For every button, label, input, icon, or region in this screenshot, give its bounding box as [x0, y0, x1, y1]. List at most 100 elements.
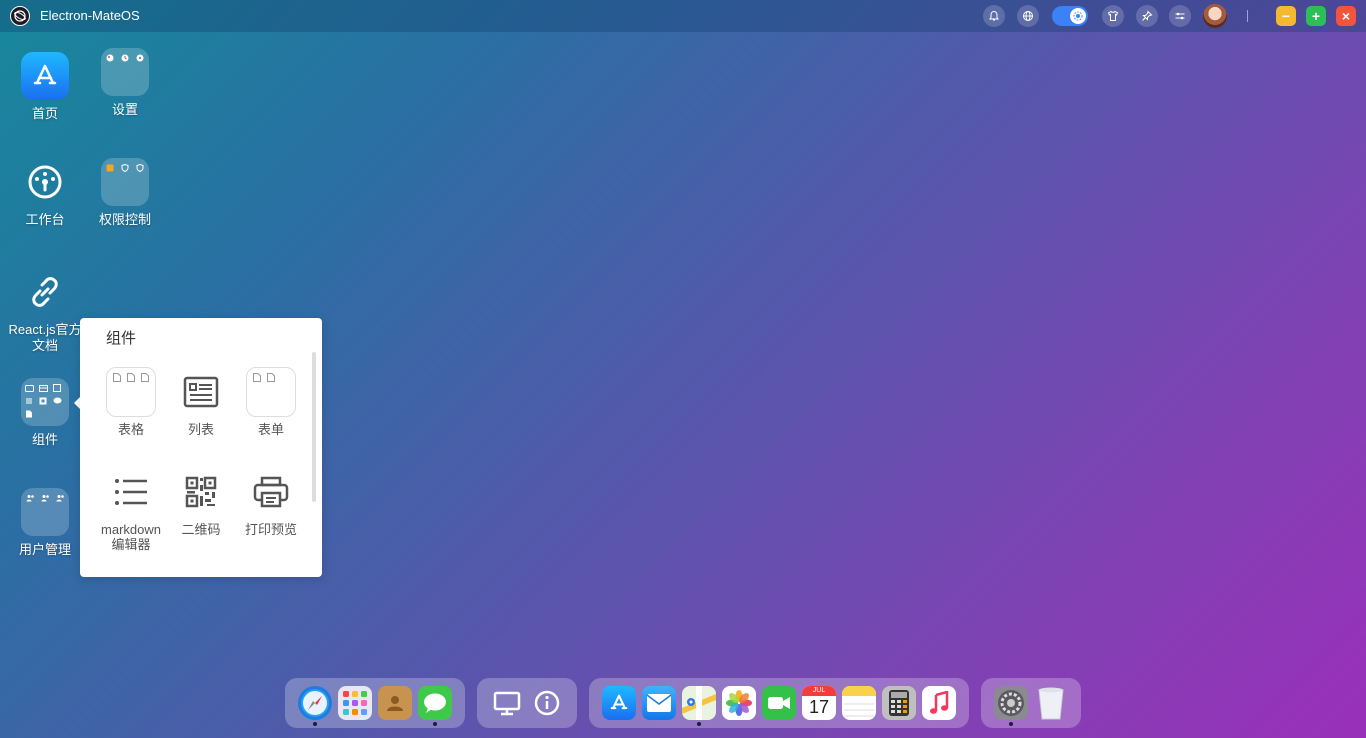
qrcode-icon	[176, 467, 226, 517]
calculator-icon[interactable]	[882, 686, 916, 720]
desktop-item-home[interactable]: 首页	[5, 52, 85, 122]
panel-scrollbar[interactable]	[312, 352, 316, 502]
close-icon: ×	[1341, 8, 1351, 24]
components-folder-panel: 组件 表格 列表 表单 markdown编辑器 二维码 打印预览	[80, 318, 322, 577]
folder-icon	[21, 488, 69, 536]
panel-item-label: 表格	[117, 422, 144, 437]
desktop-item-react-docs[interactable]: React.js官方文档	[5, 268, 85, 354]
desktop-item-components-folder[interactable]: 组件	[5, 378, 85, 448]
file-icon	[127, 373, 135, 382]
panel-item-form[interactable]: 表单	[236, 367, 306, 437]
list-card-icon	[176, 367, 226, 417]
desktop-item-label: 首页	[31, 106, 58, 121]
shirt-icon[interactable]	[1102, 5, 1124, 27]
users-icon	[55, 493, 65, 503]
keyboard-icon	[24, 383, 34, 393]
panel-item-table[interactable]: 表格	[96, 367, 166, 437]
maps-icon[interactable]	[682, 686, 716, 720]
photos-icon[interactable]	[722, 686, 756, 720]
panel-item-list[interactable]: 列表	[166, 367, 236, 437]
file-icon	[267, 373, 275, 382]
key-icon	[105, 163, 115, 173]
calendar-month: JUL	[802, 686, 836, 696]
folder-icon	[101, 158, 149, 206]
file-icon	[113, 373, 121, 382]
avatar[interactable]	[1203, 4, 1227, 28]
trash-icon[interactable]	[1034, 686, 1068, 720]
minimize-button[interactable]: −	[1276, 6, 1296, 26]
form-folder-icon	[246, 367, 296, 417]
info-icon[interactable]	[530, 686, 564, 720]
folder-icon	[21, 378, 69, 426]
facetime-icon[interactable]	[762, 686, 796, 720]
desktop-item-label: React.js官方文档	[8, 322, 82, 353]
calendar-icon[interactable]: JUL 17	[802, 686, 836, 720]
panel-item-label: 表单	[257, 422, 284, 437]
panel-item-label: markdown编辑器	[101, 522, 161, 552]
shield-icon	[135, 163, 145, 173]
clock-icon	[120, 53, 130, 63]
window-title: Electron-MateOS	[40, 8, 140, 23]
divider	[1247, 10, 1248, 22]
running-indicator	[313, 722, 317, 726]
layout-icon	[38, 383, 48, 393]
link-icon	[21, 268, 69, 316]
running-indicator	[1009, 722, 1013, 726]
safari-icon[interactable]	[298, 686, 332, 720]
desktop-item-label: 设置	[111, 102, 138, 117]
app-store-icon[interactable]	[602, 686, 636, 720]
desktop-item-user-folder[interactable]: 用户管理	[5, 488, 85, 558]
top-bar: Electron-MateOS − + ×	[0, 0, 1366, 32]
panel-item-print-preview[interactable]: 打印预览	[236, 467, 306, 537]
maximize-button[interactable]: +	[1306, 6, 1326, 26]
theme-toggle[interactable]	[1052, 6, 1088, 26]
printer-icon	[246, 467, 296, 517]
desktop-item-label: 权限控制	[98, 212, 151, 227]
form-icon	[52, 383, 62, 393]
desktop-item-permission-folder[interactable]: 权限控制	[85, 158, 165, 228]
users-icon	[40, 493, 50, 503]
running-indicator	[433, 722, 437, 726]
notes-icon[interactable]	[842, 686, 876, 720]
desktop-item-label: 用户管理	[18, 542, 71, 557]
chat-icon	[52, 396, 62, 406]
file-icon	[253, 373, 261, 382]
launchpad-icon[interactable]	[338, 686, 372, 720]
desktop-item-label: 组件	[31, 432, 58, 447]
table-folder-icon	[106, 367, 156, 417]
panel-item-label: 打印预览	[244, 522, 297, 537]
list-icon	[24, 396, 34, 406]
desktop-item-label: 工作台	[25, 212, 65, 227]
qrcode-icon	[38, 396, 48, 406]
panel-item-label: 列表	[187, 422, 214, 437]
panel-item-markdown[interactable]: markdown编辑器	[96, 467, 166, 552]
running-indicator	[697, 722, 701, 726]
users-icon	[25, 493, 35, 503]
desktop-item-workbench[interactable]: 工作台	[5, 158, 85, 228]
app-store-icon	[21, 52, 69, 100]
shield-icon	[120, 163, 130, 173]
pin-icon[interactable]	[1136, 5, 1158, 27]
panel-title: 组件	[106, 330, 137, 347]
notes-header	[842, 686, 876, 696]
panel-item-qrcode[interactable]: 二维码	[166, 467, 236, 537]
globe-icon[interactable]	[1017, 5, 1039, 27]
mail-icon[interactable]	[642, 686, 676, 720]
palette-icon	[105, 53, 115, 63]
contacts-icon[interactable]	[378, 686, 412, 720]
folder-icon	[101, 48, 149, 96]
sliders-icon[interactable]	[1169, 5, 1191, 27]
panel-item-label: 二维码	[181, 522, 221, 537]
file-icon	[141, 373, 149, 382]
close-button[interactable]: ×	[1336, 6, 1356, 26]
file-icon	[24, 409, 34, 419]
bell-icon[interactable]	[983, 5, 1005, 27]
list-icon	[106, 467, 156, 517]
system-preferences-icon[interactable]	[994, 686, 1028, 720]
messages-icon[interactable]	[418, 686, 452, 720]
minimize-icon: −	[1281, 8, 1291, 24]
music-icon[interactable]	[922, 686, 956, 720]
monitor-icon[interactable]	[490, 686, 524, 720]
calendar-day: 17	[808, 697, 830, 717]
desktop-item-settings-folder[interactable]: 设置	[85, 48, 165, 118]
